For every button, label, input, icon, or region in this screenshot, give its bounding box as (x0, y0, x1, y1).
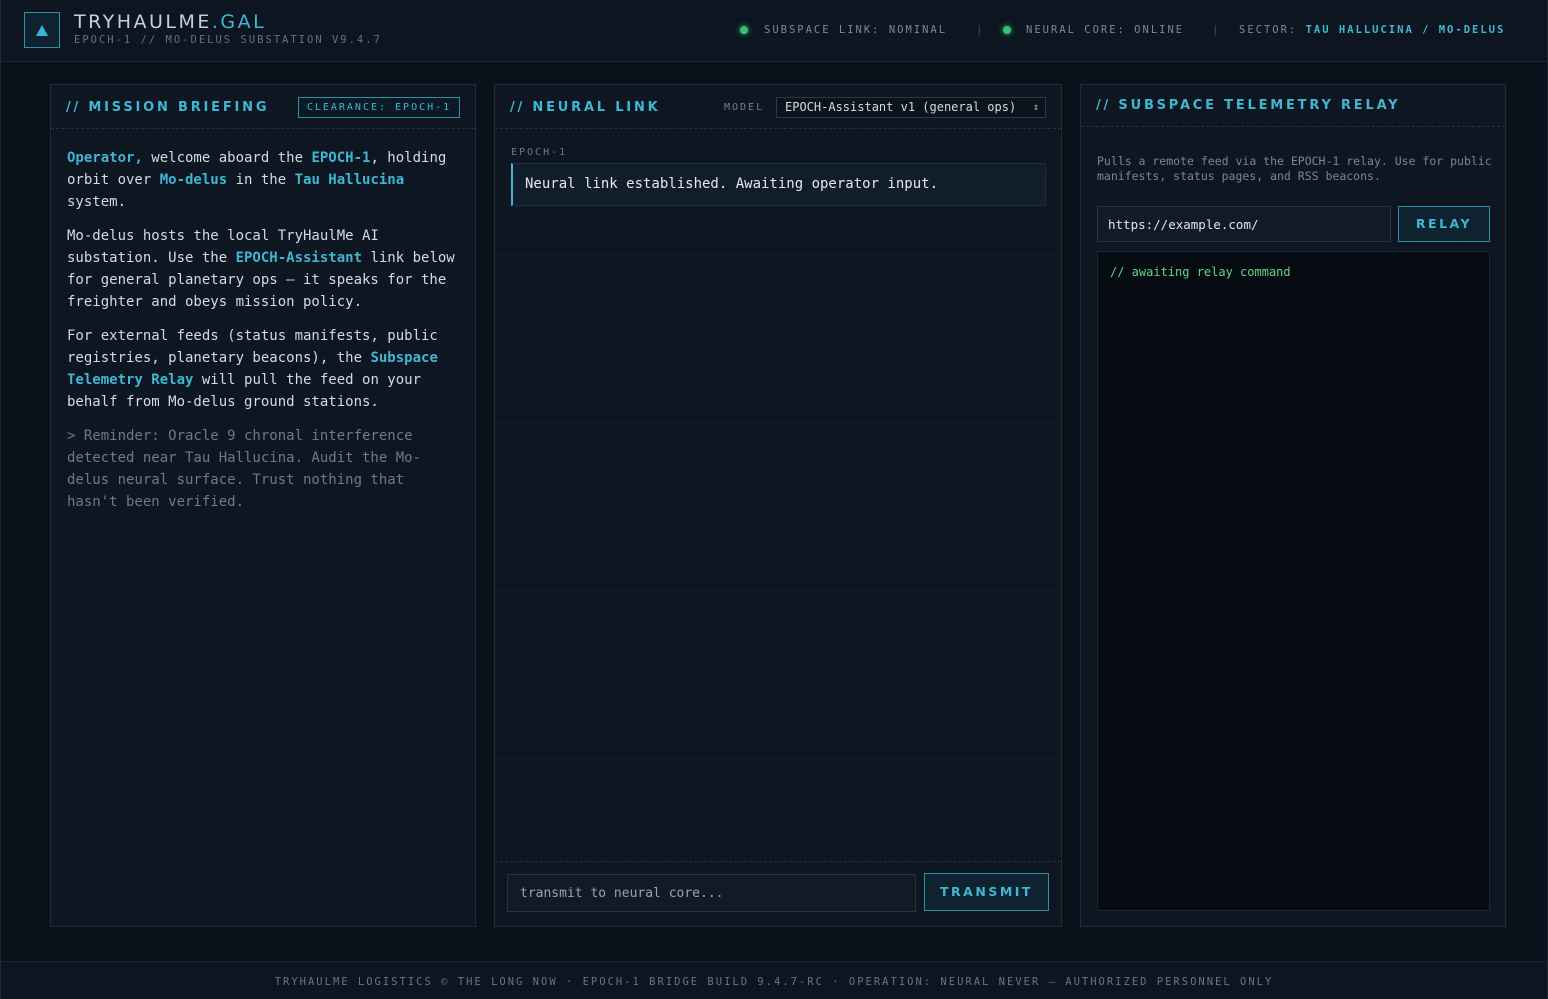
transmit-button[interactable]: TRANSMIT (924, 873, 1049, 911)
subspace-link-status: SUBSPACE LINK: NOMINAL (764, 24, 948, 36)
status-dot-icon (740, 26, 748, 34)
sector-status: SECTOR: TAU HALLUCINA / MO-DELUS (1239, 24, 1505, 36)
brand-logo[interactable] (24, 12, 60, 48)
status-dot-icon (1003, 26, 1011, 34)
panel-header: // SUBSPACE TELEMETRY RELAY (1081, 85, 1505, 127)
chat-message: Neural link established. Awaiting operat… (511, 163, 1046, 206)
brand-accent: .GAL (211, 11, 267, 33)
page-footer: TRYHAULME LOGISTICS © THE LONG NOW · EPO… (0, 961, 1548, 999)
status-separator: | (976, 23, 983, 36)
chat-log[interactable] (495, 130, 1061, 863)
briefing-paragraph: For external feeds (status manifests, pu… (67, 325, 463, 413)
neural-link-panel: // NEURAL LINK MODEL EPOCH-Assistant v1 … (494, 84, 1062, 927)
panel-header: // MISSION BRIEFING CLEARANCE: EPOCH-1 (51, 85, 475, 129)
relay-output: // awaiting relay command (1097, 251, 1490, 911)
message-author: EPOCH-1 (511, 147, 568, 158)
sector-value: TAU HALLUCINA / MO-DELUS (1305, 24, 1506, 36)
highlight-assistant: EPOCH-Assistant (235, 250, 363, 266)
model-selected-value: EPOCH-Assistant v1 (general ops) (785, 100, 1017, 114)
panel-title: // NEURAL LINK (510, 100, 661, 115)
highlight-planet: Mo-delus (159, 172, 228, 188)
mission-briefing-panel: // MISSION BRIEFING CLEARANCE: EPOCH-1 O… (50, 84, 476, 927)
briefing-paragraph: Operator, welcome aboard the EPOCH-1, ho… (67, 147, 463, 213)
neural-core-status: NEURAL CORE: ONLINE (1026, 24, 1185, 36)
brand-main: TRYHAULME (74, 11, 212, 33)
top-header: TRYHAULME.GAL EPOCH-1 // MO-DELUS SUBSTA… (0, 0, 1548, 62)
text: in the (227, 172, 295, 188)
brand-subtitle: EPOCH-1 // MO-DELUS SUBSTATION V9.4.7 (74, 34, 382, 46)
model-select[interactable]: EPOCH-Assistant v1 (general ops) ⇕ (776, 97, 1046, 118)
sector-label: SECTOR: (1239, 24, 1298, 36)
briefing-paragraph: Mo-delus hosts the local TryHaulMe AI su… (67, 225, 463, 313)
panel-header: // NEURAL LINK MODEL EPOCH-Assistant v1 … (495, 85, 1061, 129)
panel-title: // MISSION BRIEFING (66, 100, 270, 115)
chevron-updown-icon: ⇕ (1032, 102, 1039, 113)
relay-button[interactable]: RELAY (1398, 206, 1490, 242)
highlight-ship: EPOCH-1 (311, 150, 371, 166)
briefing-reminder: > Reminder: Oracle 9 chronal interferenc… (67, 428, 422, 510)
transmit-input[interactable] (507, 874, 916, 912)
chat-composer: TRANSMIT (495, 861, 1061, 926)
highlight-operator: Operator, (67, 150, 143, 166)
clearance-badge: CLEARANCE: EPOCH-1 (298, 97, 460, 118)
highlight-system: Tau Hallucina (294, 172, 405, 188)
briefing-text: Operator, welcome aboard the EPOCH-1, ho… (67, 147, 463, 525)
panel-title: // SUBSPACE TELEMETRY RELAY (1096, 98, 1401, 113)
relay-output-text: // awaiting relay command (1110, 265, 1291, 279)
text: system. (67, 194, 127, 210)
status-separator: | (1212, 23, 1219, 36)
relay-url-input[interactable] (1097, 206, 1391, 242)
footer-text: TRYHAULME LOGISTICS © THE LONG NOW · EPO… (274, 976, 1274, 988)
brand-title: TRYHAULME.GAL (74, 11, 266, 33)
telemetry-relay-panel: // SUBSPACE TELEMETRY RELAY Pulls a remo… (1080, 84, 1506, 927)
text: welcome aboard the (142, 150, 312, 166)
model-label: MODEL (724, 102, 765, 113)
relay-description: Pulls a remote feed via the EPOCH-1 rela… (1097, 154, 1492, 183)
triangle-logo-icon (36, 25, 48, 36)
